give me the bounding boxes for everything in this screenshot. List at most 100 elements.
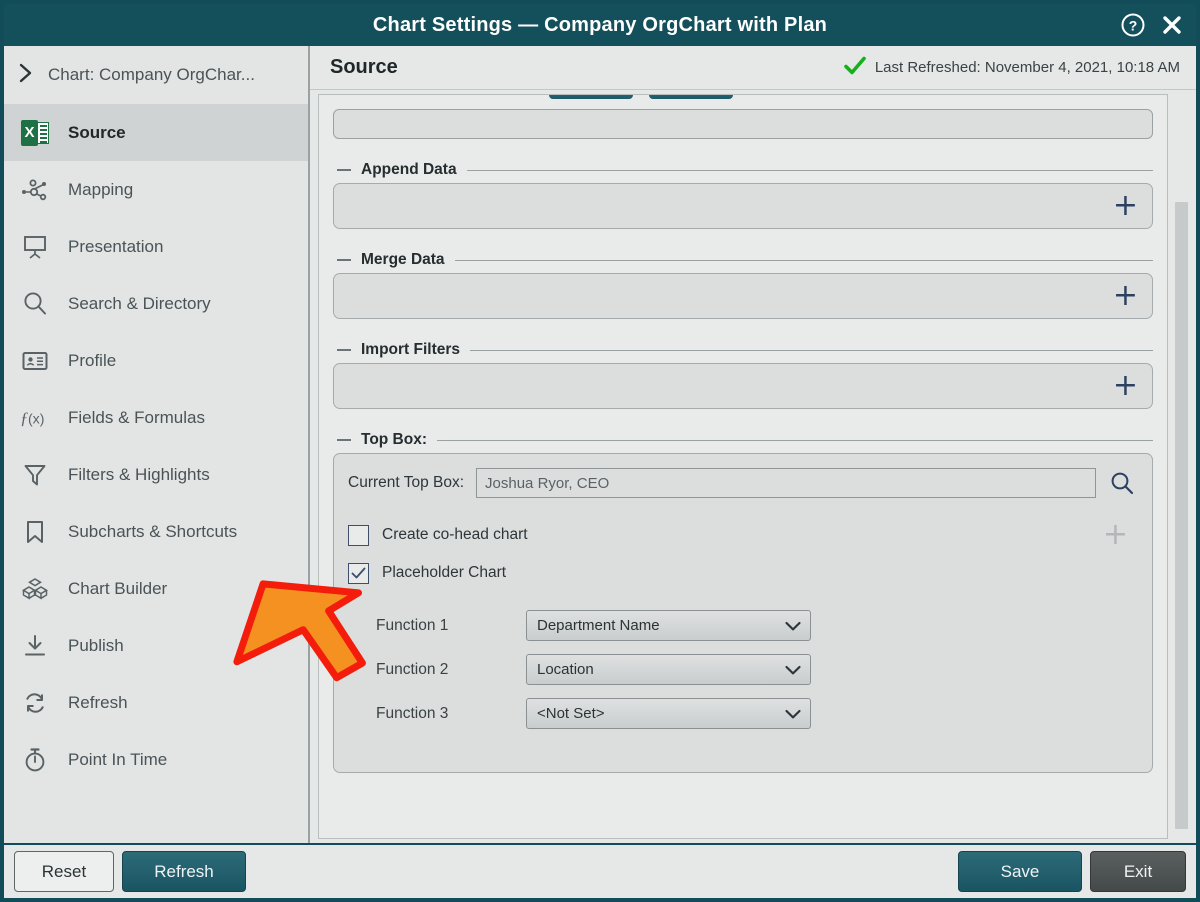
placeholder-chart-checkbox[interactable]: [348, 562, 369, 584]
presentation-screen-icon: [20, 232, 50, 262]
sidebar: Chart: Company OrgChar... X Source Mappi…: [4, 46, 310, 851]
main-header: Source Last Refreshed: November 4, 2021,…: [310, 46, 1196, 90]
function-2-label: Function 2: [376, 660, 449, 678]
import-filters-panel: +: [333, 363, 1153, 409]
section-header: Append Data: [333, 161, 1153, 179]
last-refreshed-status: Last Refreshed: November 4, 2021, 10:18 …: [844, 56, 1180, 80]
sidebar-item-source[interactable]: X Source: [4, 104, 308, 161]
settings-scroll-area: Append Data + Merge Data + Import Filter…: [310, 90, 1196, 851]
last-refreshed-text: Last Refreshed: November 4, 2021, 10:18 …: [874, 59, 1180, 76]
main-content: Source Last Refreshed: November 4, 2021,…: [310, 46, 1196, 851]
sidebar-item-point-in-time[interactable]: Point In Time: [4, 731, 308, 788]
section-rule: [454, 259, 1153, 261]
chevron-down-icon: [784, 664, 802, 676]
function-3-dropdown[interactable]: <Not Set>: [526, 698, 811, 729]
sidebar-item-label: Profile: [68, 350, 117, 370]
svg-text:(x): (x): [28, 410, 44, 426]
section-rule: [470, 349, 1153, 351]
add-append-data-button[interactable]: +: [1113, 191, 1138, 221]
exit-button[interactable]: Exit: [1090, 851, 1186, 892]
collapse-dash-icon[interactable]: [337, 169, 351, 171]
sidebar-item-label: Publish: [68, 635, 124, 655]
close-icon[interactable]: [1160, 13, 1184, 37]
footer-button-bar: Reset Refresh Save Exit: [4, 843, 1196, 898]
section-header: Top Box:: [333, 431, 1153, 449]
section-top-box: Top Box: Current Top Box: Joshua Ryor, C…: [333, 431, 1153, 773]
collapse-dash-icon[interactable]: [337, 349, 351, 351]
title-bar: Chart Settings — Company OrgChart with P…: [4, 4, 1196, 46]
sidebar-item-subcharts-shortcuts[interactable]: Subcharts & Shortcuts: [4, 503, 308, 560]
search-icon[interactable]: [1108, 470, 1136, 496]
title-bar-actions: ?: [1120, 4, 1184, 46]
sidebar-item-chart-builder[interactable]: Chart Builder: [4, 560, 308, 617]
filter-funnel-icon: [20, 460, 50, 490]
reset-button[interactable]: Reset: [14, 851, 114, 892]
breadcrumb[interactable]: Chart: Company OrgChar...: [4, 46, 308, 104]
section-title: Import Filters: [361, 341, 461, 358]
vertical-scrollbar[interactable]: [1175, 94, 1188, 839]
function-selectors: Function 1 Department Name Function 2 Lo…: [348, 610, 1136, 729]
current-top-box-row: Current Top Box:: [348, 468, 1136, 498]
sidebar-item-search-directory[interactable]: Search & Directory: [4, 275, 308, 332]
settings-content: Append Data + Merge Data + Import Filter…: [319, 95, 1167, 789]
cut-off-buttons-row: [333, 95, 1153, 105]
sidebar-item-refresh[interactable]: Refresh: [4, 674, 308, 731]
function-3-value: <Not Set>: [537, 705, 605, 722]
sidebar-item-mapping[interactable]: Mapping: [4, 161, 308, 218]
section-title: Append Data: [361, 161, 457, 178]
section-title: Top Box:: [361, 431, 428, 448]
collapse-dash-icon[interactable]: [337, 259, 351, 261]
section-rule: [466, 169, 1153, 171]
section-header: Merge Data: [333, 251, 1153, 269]
section-title: Merge Data: [361, 251, 445, 268]
sidebar-item-label: Point In Time: [68, 749, 168, 769]
sidebar-item-fields-formulas[interactable]: ƒ (x) Fields & Formulas: [4, 389, 308, 446]
function-1-row: Function 1 Department Name: [376, 610, 1136, 641]
function-2-value: Location: [537, 661, 594, 678]
function-1-dropdown[interactable]: Department Name: [526, 610, 811, 641]
bookmark-icon: [20, 517, 50, 547]
cut-off-button-left[interactable]: [549, 95, 633, 99]
sidebar-nav: X Source Mapping Presentation Search & D…: [4, 104, 308, 788]
create-co-head-chart-checkbox[interactable]: [348, 524, 369, 546]
sidebar-item-label: Presentation: [68, 236, 164, 256]
sidebar-item-publish[interactable]: Publish: [4, 617, 308, 674]
scrollbar-thumb[interactable]: [1175, 202, 1188, 829]
mapping-nodes-icon: [20, 175, 50, 205]
sidebar-item-filters-highlights[interactable]: Filters & Highlights: [4, 446, 308, 503]
current-top-box-label: Current Top Box:: [348, 474, 465, 491]
chevron-right-icon[interactable]: [18, 62, 34, 88]
save-button[interactable]: Save: [958, 851, 1082, 892]
top-box-panel: Current Top Box: Joshua Ryor, CEO Create…: [333, 453, 1153, 773]
section-append-data: Append Data +: [333, 161, 1153, 229]
section-merge-data: Merge Data +: [333, 251, 1153, 319]
placeholder-chart-row: Placeholder Chart: [348, 554, 1136, 592]
profile-card-icon: [20, 346, 50, 376]
current-top-box-input[interactable]: [476, 468, 1096, 498]
section-rule: [437, 439, 1153, 441]
help-circle-icon[interactable]: ?: [1120, 12, 1146, 38]
window-title: Chart Settings — Company OrgChart with P…: [372, 13, 828, 36]
function-1-value: Department Name: [537, 617, 660, 634]
function-3-label: Function 3: [376, 704, 449, 722]
sidebar-item-label: Mapping: [68, 179, 134, 199]
green-check-icon: [844, 56, 866, 80]
section-header: Import Filters: [333, 341, 1153, 359]
create-co-head-chart-row: Create co-head chart +: [348, 516, 1136, 554]
chevron-down-icon: [784, 620, 802, 632]
refresh-button[interactable]: Refresh: [122, 851, 246, 892]
sidebar-item-presentation[interactable]: Presentation: [4, 218, 308, 275]
create-co-head-chart-label: Create co-head chart: [382, 526, 528, 543]
function-1-label: Function 1: [376, 616, 449, 634]
merge-data-panel: +: [333, 273, 1153, 319]
page-title: Source: [330, 56, 398, 78]
add-merge-data-button[interactable]: +: [1113, 281, 1138, 311]
function-2-row: Function 2 Location: [376, 654, 1136, 685]
collapse-dash-icon[interactable]: [337, 439, 351, 441]
function-2-dropdown[interactable]: Location: [526, 654, 811, 685]
add-import-filter-button[interactable]: +: [1113, 371, 1138, 401]
sidebar-item-label: Refresh: [68, 692, 128, 712]
sidebar-item-label: Filters & Highlights: [68, 464, 210, 484]
sidebar-item-profile[interactable]: Profile: [4, 332, 308, 389]
cut-off-button-right[interactable]: [649, 95, 733, 99]
